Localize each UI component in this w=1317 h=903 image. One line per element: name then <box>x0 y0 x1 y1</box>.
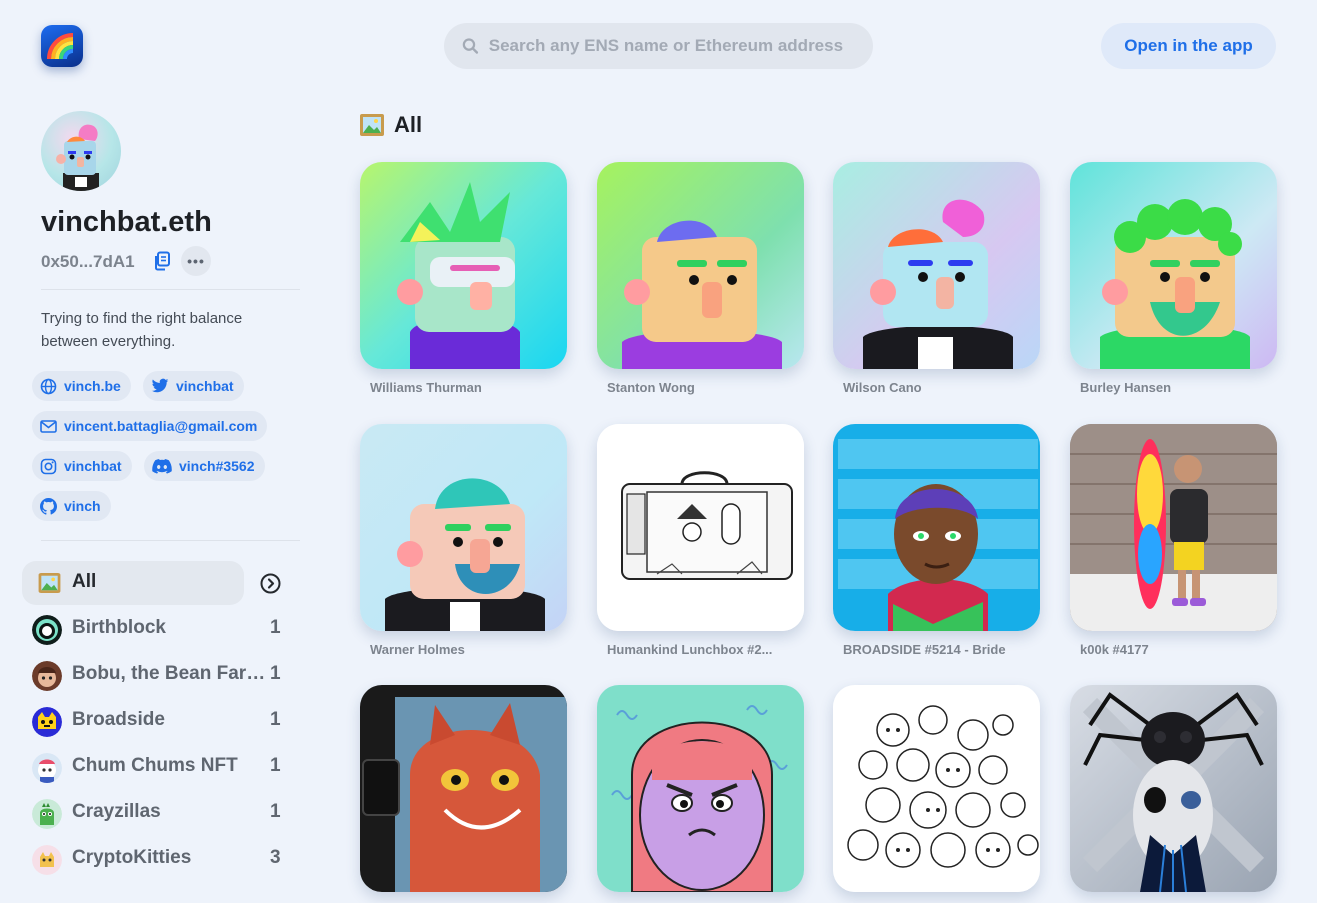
nft-image <box>360 685 567 892</box>
twitter-label: vinchbat <box>176 378 234 394</box>
nft-title: Humankind Lunchbox #2... <box>607 642 773 657</box>
divider <box>41 289 300 290</box>
ens-name: vinchbat.eth <box>41 206 212 238</box>
profile-bio: Trying to find the right balance between… <box>41 310 243 350</box>
nft-image <box>597 685 804 892</box>
nft-card[interactable] <box>1070 685 1277 903</box>
sidebar-item-count: 1 <box>270 709 281 730</box>
sidebar-item-label: Crayzillas <box>72 801 161 822</box>
chevron-right-circle-icon[interactable] <box>260 573 281 594</box>
nft-card[interactable]: Stanton Wong <box>597 162 804 395</box>
search-bar[interactable] <box>444 23 873 69</box>
twitter-icon <box>151 378 169 393</box>
nft-card[interactable]: BROADSIDE #5214 - Bride <box>833 424 1040 657</box>
sidebar-item-count: 1 <box>270 801 281 822</box>
broadside-icon <box>32 707 62 737</box>
twitter-link[interactable]: vinchbat <box>143 371 244 401</box>
nft-title: Burley Hansen <box>1080 380 1172 395</box>
sidebar-item-label: CryptoKitties <box>72 847 192 868</box>
instagram-label: vinchbat <box>64 458 122 474</box>
nft-card[interactable]: Burley Hansen <box>1070 162 1277 395</box>
sidebar-item-all[interactable]: All <box>22 561 244 605</box>
bobu-icon <box>32 661 62 691</box>
search-icon <box>462 38 479 54</box>
sidebar-item-broadside[interactable]: Broadside 1 <box>22 699 302 743</box>
nft-card[interactable] <box>833 685 1040 903</box>
nft-image <box>597 162 804 369</box>
sidebar-item-label: Chum Chums NFT <box>72 755 238 776</box>
sidebar-item-label: All <box>72 571 97 592</box>
nft-card[interactable]: Warner Holmes <box>360 424 567 657</box>
sidebar-item-count: 1 <box>270 755 281 776</box>
nft-image <box>597 424 804 631</box>
sidebar-item-count: 3 <box>270 847 281 868</box>
mail-icon <box>40 419 57 433</box>
sidebar-item-birthblock[interactable]: Birthblock 1 <box>22 607 302 651</box>
website-label: vinch.be <box>64 378 121 394</box>
nft-image <box>360 424 567 631</box>
discord-label: vinch#3562 <box>179 458 255 474</box>
chum-chums-icon <box>32 753 62 783</box>
nft-image <box>1070 424 1277 631</box>
sidebar-item-label: Birthblock <box>72 617 166 638</box>
nft-card[interactable]: k00k #4177 <box>1070 424 1277 657</box>
sidebar-item-label: Bobu, the Bean Farmer <box>72 663 267 684</box>
nft-image <box>1070 685 1277 892</box>
github-label: vinch <box>64 498 101 514</box>
profile-avatar <box>41 111 121 191</box>
cryptokitties-icon <box>32 845 62 875</box>
sidebar-item-label: Broadside <box>72 709 165 730</box>
sidebar-item-bobu[interactable]: Bobu, the Bean Farmer 1 <box>22 653 302 697</box>
nft-title: Wilson Cano <box>843 380 922 395</box>
instagram-link[interactable]: vinchbat <box>32 451 132 481</box>
nft-card[interactable]: Wilson Cano <box>833 162 1040 395</box>
nft-title: BROADSIDE #5214 - Bride <box>843 642 1006 657</box>
nft-image <box>833 685 1040 892</box>
email-link[interactable]: vincent.battaglia@gmail.com <box>32 411 268 441</box>
section-title-label: All <box>394 112 423 137</box>
nft-card[interactable]: Williams Thurman <box>360 162 567 395</box>
more-options-button[interactable]: ••• <box>181 246 211 276</box>
birthblock-icon <box>32 615 62 645</box>
wallet-address: 0x50...7dA1 <box>41 252 135 271</box>
globe-icon <box>40 378 57 394</box>
nft-title: Stanton Wong <box>607 380 695 395</box>
open-in-app-button[interactable]: Open in the app <box>1101 23 1276 69</box>
sidebar-item-chum-chums[interactable]: Chum Chums NFT 1 <box>22 745 302 789</box>
email-label: vincent.battaglia@gmail.com <box>64 418 258 434</box>
sidebar-item-crayzillas[interactable]: Crayzillas 1 <box>22 791 302 835</box>
nft-card[interactable]: Humankind Lunchbox #2... <box>597 424 804 657</box>
instagram-icon <box>40 458 57 474</box>
website-link[interactable]: vinch.be <box>32 371 131 401</box>
rainbow-icon <box>47 33 74 60</box>
github-link[interactable]: vinch <box>32 491 111 521</box>
sidebar-item-count: 1 <box>270 617 281 638</box>
nft-image <box>833 162 1040 369</box>
github-icon <box>40 497 57 515</box>
nft-card[interactable] <box>360 685 567 903</box>
sidebar-item-count: 1 <box>270 663 281 684</box>
nft-card[interactable] <box>597 685 804 903</box>
nft-title: Warner Holmes <box>370 642 465 657</box>
crayzillas-icon <box>32 799 62 829</box>
nft-image <box>833 424 1040 631</box>
ellipsis-icon: ••• <box>187 253 205 269</box>
section-title: All <box>360 112 422 138</box>
framed-picture-icon <box>38 573 61 593</box>
nft-title: Williams Thurman <box>370 380 482 395</box>
copy-icon[interactable] <box>153 251 171 271</box>
search-input[interactable] <box>486 35 873 57</box>
framed-picture-icon <box>360 114 384 136</box>
sidebar-item-cryptokitties[interactable]: CryptoKitties 3 <box>22 837 302 881</box>
nft-title: k00k #4177 <box>1080 642 1149 657</box>
discord-icon <box>152 458 172 474</box>
discord-link[interactable]: vinch#3562 <box>144 451 265 481</box>
nft-image <box>360 162 567 369</box>
divider <box>41 540 300 541</box>
nft-image <box>1070 162 1277 369</box>
app-logo[interactable] <box>41 25 83 67</box>
